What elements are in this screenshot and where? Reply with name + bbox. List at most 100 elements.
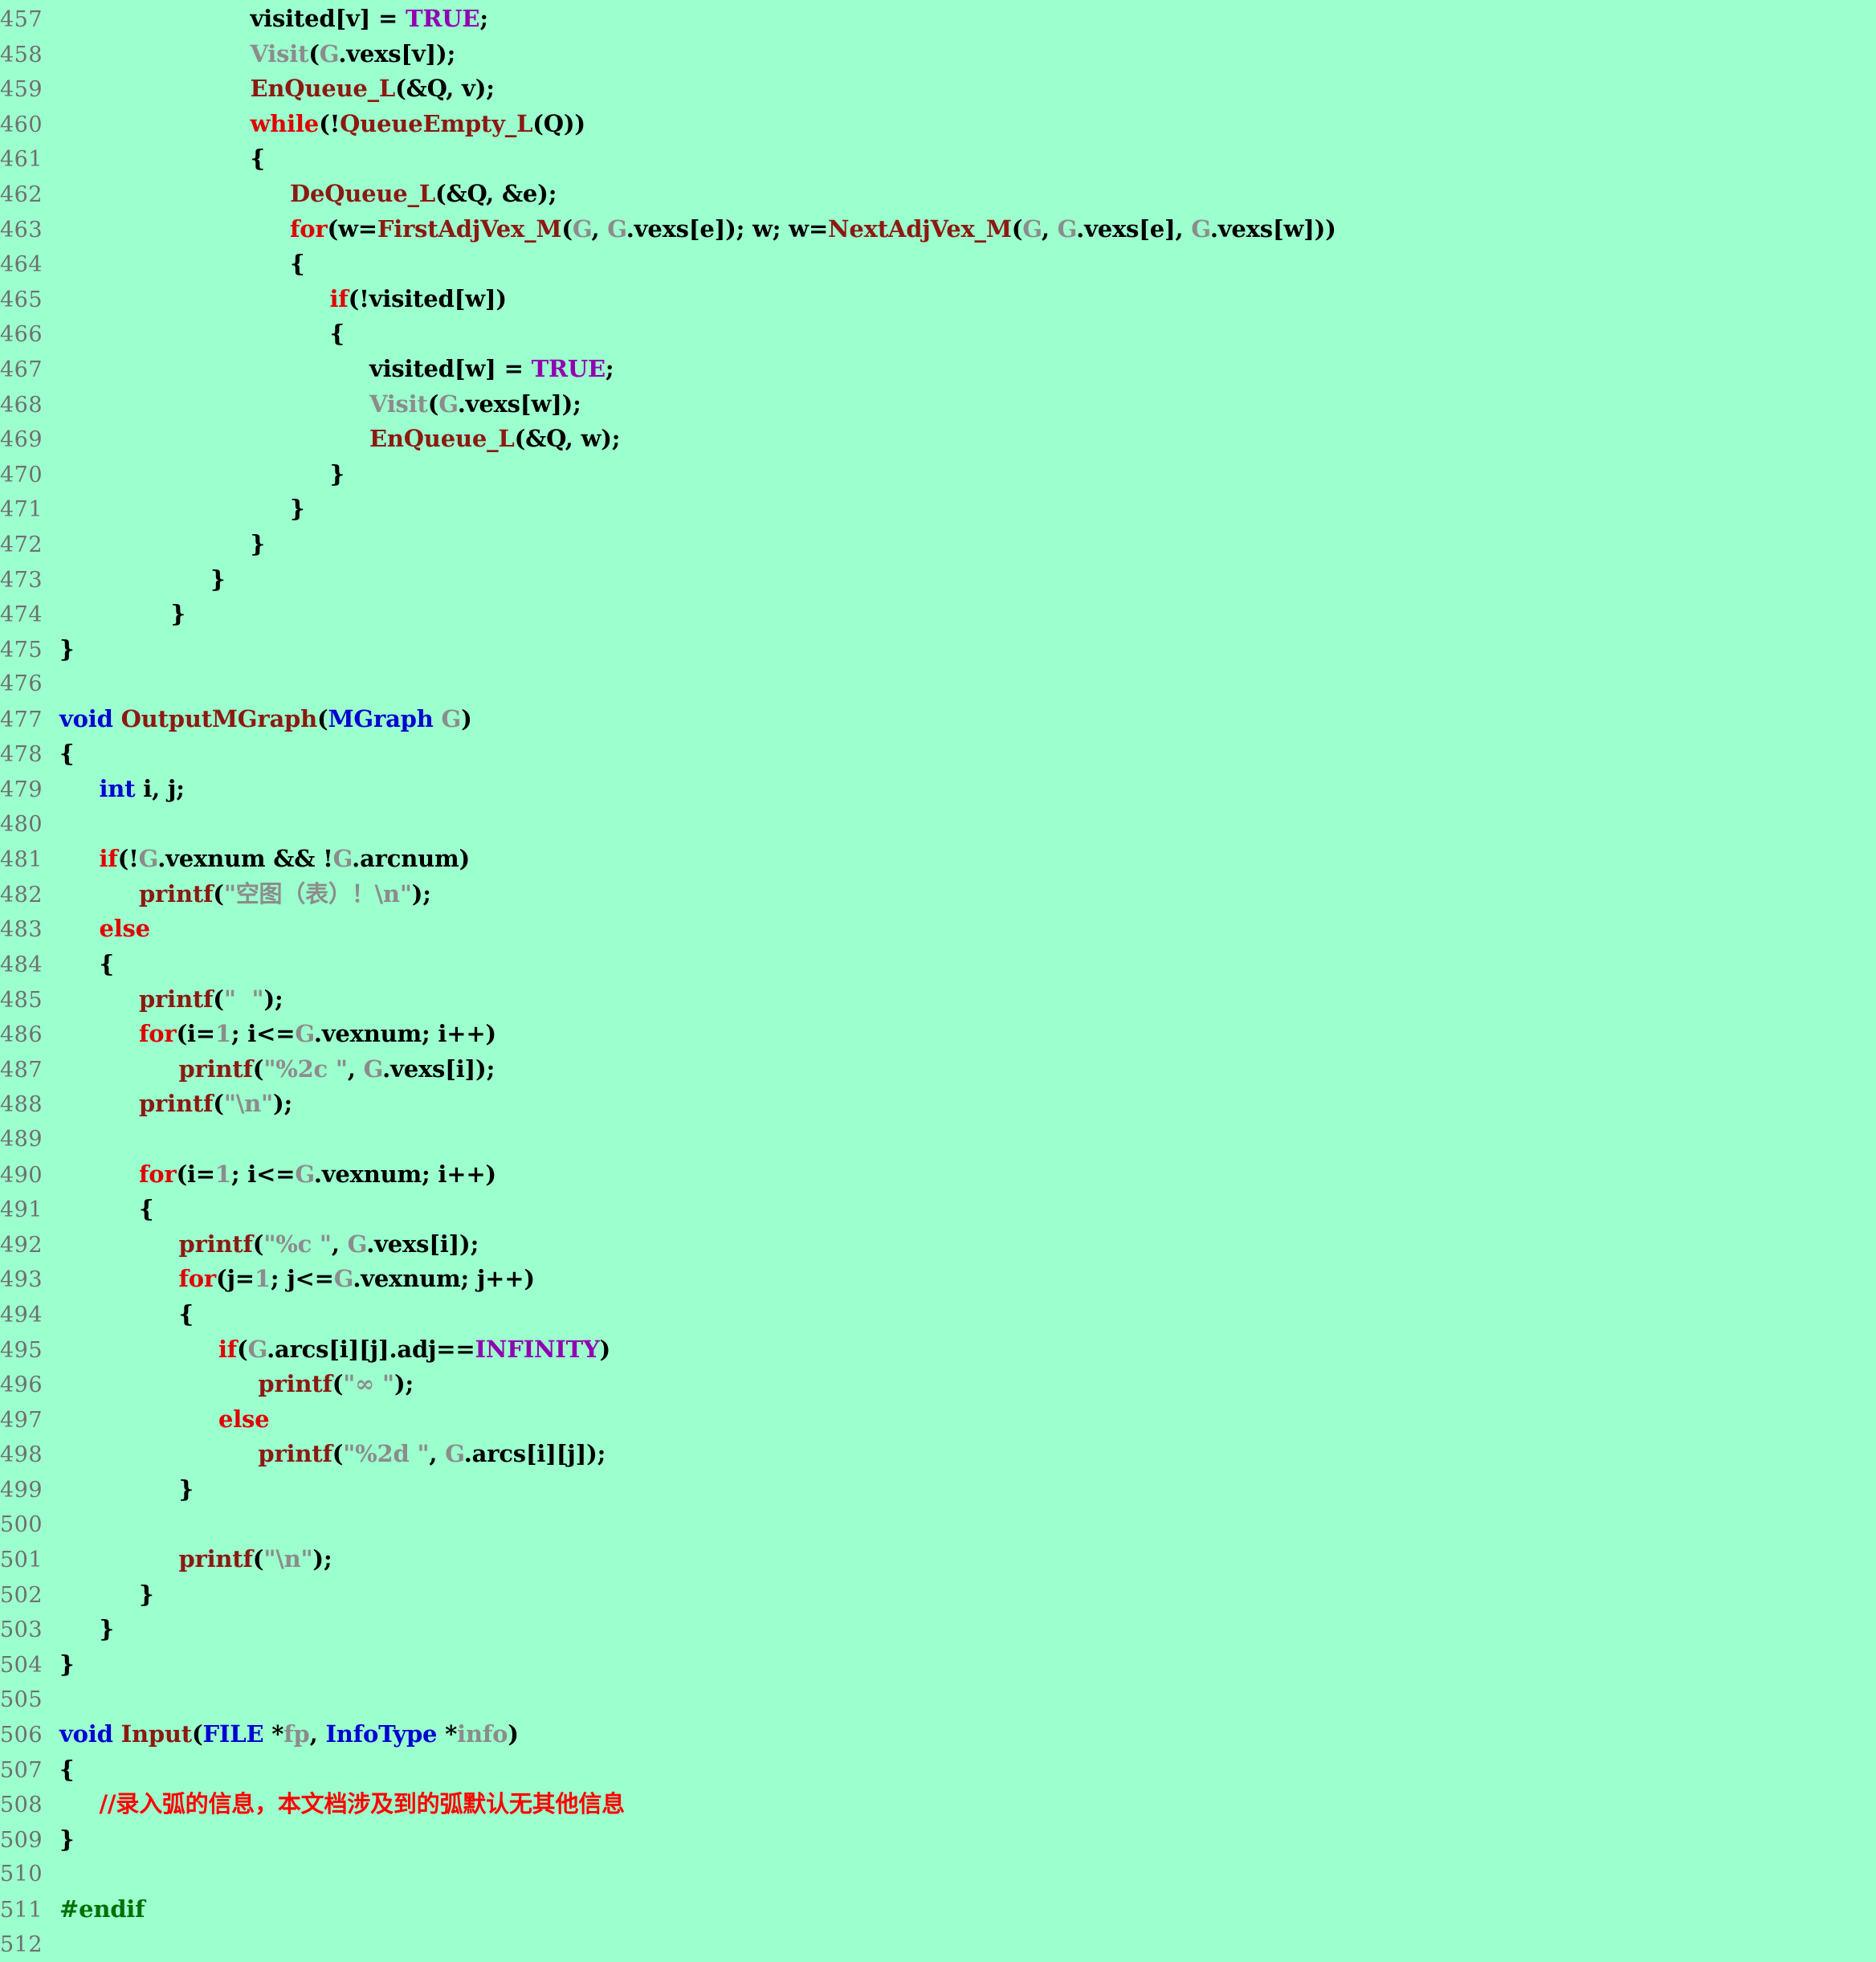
code-line[interactable]: 497 else xyxy=(0,1402,1876,1438)
code-line[interactable]: 469 EnQueue_L(&Q, w); xyxy=(0,422,1876,457)
code-line[interactable]: 510 xyxy=(0,1857,1876,1892)
code-text[interactable]: while(!QueueEmpty_L(Q)) xyxy=(59,107,586,142)
code-text[interactable]: void OutputMGraph(MGraph G) xyxy=(59,702,472,737)
code-text[interactable]: } xyxy=(59,1472,194,1507)
code-text[interactable]: void Input(FILE *fp, InfoType *info) xyxy=(59,1717,519,1752)
code-line[interactable]: 463 for(w=FirstAdjVex_M(G, G.vexs[e]); w… xyxy=(0,212,1876,247)
code-text[interactable]: } xyxy=(59,1577,154,1613)
code-text[interactable]: if(!visited[w]) xyxy=(59,282,507,317)
code-line[interactable]: 460 while(!QueueEmpty_L(Q)) xyxy=(0,107,1876,142)
code-line[interactable]: 494 { xyxy=(0,1297,1876,1332)
code-line[interactable]: 457 visited[v] = TRUE; xyxy=(0,2,1876,37)
code-text[interactable]: { xyxy=(59,316,345,352)
code-line[interactable]: 487 printf("%2c ", G.vexs[i]); xyxy=(0,1052,1876,1087)
code-line[interactable]: 462 DeQueue_L(&Q, &e); xyxy=(0,177,1876,212)
code-line[interactable]: 466 { xyxy=(0,316,1876,352)
code-listing[interactable]: 457 visited[v] = TRUE; 458 Visit(G.vexs[v… xyxy=(0,0,1876,1962)
code-line[interactable]: 488 printf("\n"); xyxy=(0,1087,1876,1122)
code-line[interactable]: 495 if(G.arcs[i][j].adj==INFINITY) xyxy=(0,1332,1876,1368)
code-line[interactable]: 467 visited[w] = TRUE; xyxy=(0,352,1876,387)
code-text[interactable]: { xyxy=(59,1297,194,1332)
code-text[interactable]: printf("%c ", G.vexs[i]); xyxy=(59,1227,479,1262)
code-text[interactable]: EnQueue_L(&Q, w); xyxy=(59,422,621,457)
code-text[interactable]: } xyxy=(59,597,186,632)
code-line[interactable]: 473 } xyxy=(0,562,1876,598)
code-text[interactable]: printf(" "); xyxy=(59,982,283,1018)
code-line[interactable]: 471 } xyxy=(0,492,1876,527)
code-line[interactable]: 496 printf("∞ "); xyxy=(0,1367,1876,1402)
code-line[interactable]: 512 xyxy=(0,1927,1876,1962)
code-line[interactable]: 481 if(!G.vexnum && !G.arcnum) xyxy=(0,842,1876,877)
code-line[interactable]: 505 xyxy=(0,1683,1876,1718)
code-text[interactable]: printf("∞ "); xyxy=(59,1367,414,1402)
code-line[interactable]: 498 printf("%2d ", G.arcs[i][j]); xyxy=(0,1437,1876,1472)
code-text[interactable]: } xyxy=(59,1822,75,1858)
code-text[interactable]: printf("%2c ", G.vexs[i]); xyxy=(59,1052,495,1087)
code-text[interactable]: DeQueue_L(&Q, &e); xyxy=(59,177,557,212)
code-line[interactable]: 499 } xyxy=(0,1472,1876,1507)
code-text[interactable]: { xyxy=(59,736,75,772)
code-line[interactable]: 508 //录入弧的信息，本文档涉及到的弧默认无其他信息 xyxy=(0,1787,1876,1822)
code-text[interactable]: } xyxy=(59,457,345,492)
code-text[interactable]: EnQueue_L(&Q, v); xyxy=(59,71,495,107)
code-text[interactable]: { xyxy=(59,1752,75,1788)
code-text[interactable]: { xyxy=(59,141,266,177)
code-line[interactable]: 458 Visit(G.vexs[v]); xyxy=(0,37,1876,72)
code-line[interactable]: 472 } xyxy=(0,527,1876,562)
code-line[interactable]: 482 printf("空图（表）！\n"); xyxy=(0,877,1876,912)
code-line[interactable]: 479 int i, j; xyxy=(0,772,1876,807)
code-text[interactable]: { xyxy=(59,947,114,982)
code-line[interactable]: 470 } xyxy=(0,457,1876,492)
code-line[interactable]: 493 for(j=1; j<=G.vexnum; j++) xyxy=(0,1262,1876,1297)
code-line[interactable]: 475} xyxy=(0,632,1876,667)
code-text[interactable]: for(i=1; i<=G.vexnum; i++) xyxy=(59,1157,496,1193)
code-line[interactable]: 465 if(!visited[w]) xyxy=(0,282,1876,317)
code-text[interactable]: } xyxy=(59,1612,114,1647)
code-text[interactable]: printf("\n"); xyxy=(59,1087,292,1122)
code-line[interactable]: 468 Visit(G.vexs[w]); xyxy=(0,387,1876,422)
code-text[interactable]: } xyxy=(59,562,226,598)
code-text[interactable]: if(!G.vexnum && !G.arcnum) xyxy=(59,842,470,877)
code-line[interactable]: 489 xyxy=(0,1122,1876,1157)
code-text[interactable]: printf("%2d ", G.arcs[i][j]); xyxy=(59,1437,606,1472)
code-line[interactable]: 501 printf("\n"); xyxy=(0,1542,1876,1577)
code-line[interactable]: 461 { xyxy=(0,141,1876,177)
code-text[interactable]: for(i=1; i<=G.vexnum; i++) xyxy=(59,1017,496,1052)
code-text[interactable]: { xyxy=(59,247,305,282)
code-line[interactable]: 506 void Input(FILE *fp, InfoType *info) xyxy=(0,1717,1876,1752)
code-line[interactable]: 474 } xyxy=(0,597,1876,632)
code-text[interactable]: } xyxy=(59,1647,75,1683)
code-text[interactable]: printf("空图（表）！\n"); xyxy=(59,877,431,912)
code-line[interactable]: 509} xyxy=(0,1822,1876,1858)
code-line[interactable]: 507 { xyxy=(0,1752,1876,1788)
code-text[interactable]: int i, j; xyxy=(59,772,184,807)
code-text[interactable]: visited[v] = TRUE; xyxy=(59,2,489,37)
code-line[interactable]: 502 } xyxy=(0,1577,1876,1613)
code-line[interactable]: 490 for(i=1; i<=G.vexnum; i++) xyxy=(0,1157,1876,1193)
code-text[interactable]: if(G.arcs[i][j].adj==INFINITY) xyxy=(59,1332,610,1368)
code-line[interactable]: 486 for(i=1; i<=G.vexnum; i++) xyxy=(0,1017,1876,1052)
code-text[interactable]: } xyxy=(59,492,305,527)
code-text[interactable]: for(w=FirstAdjVex_M(G, G.vexs[e]); w; w=… xyxy=(59,212,1336,247)
code-line[interactable]: 500 xyxy=(0,1507,1876,1543)
code-text[interactable]: #endif xyxy=(59,1892,145,1927)
code-text[interactable]: for(j=1; j<=G.vexnum; j++) xyxy=(59,1262,535,1297)
code-line[interactable]: 476 xyxy=(0,667,1876,702)
code-line[interactable]: 480 xyxy=(0,807,1876,842)
code-line[interactable]: 492 printf("%c ", G.vexs[i]); xyxy=(0,1227,1876,1262)
code-line[interactable]: 484 { xyxy=(0,947,1876,982)
code-line[interactable]: 478 { xyxy=(0,736,1876,772)
code-text[interactable]: } xyxy=(59,632,75,667)
code-line[interactable]: 491 { xyxy=(0,1192,1876,1227)
code-line[interactable]: 483 else xyxy=(0,912,1876,947)
code-text[interactable]: else xyxy=(59,1402,270,1438)
code-text[interactable]: } xyxy=(59,527,266,562)
code-text[interactable]: visited[w] = TRUE; xyxy=(59,352,614,387)
code-line[interactable]: 485 printf(" "); xyxy=(0,982,1876,1018)
code-text[interactable]: { xyxy=(59,1192,154,1227)
code-text[interactable]: Visit(G.vexs[w]); xyxy=(59,387,581,422)
code-line[interactable]: 511 #endif xyxy=(0,1892,1876,1927)
code-line[interactable]: 464 { xyxy=(0,247,1876,282)
code-text[interactable]: printf("\n"); xyxy=(59,1542,332,1577)
code-line[interactable]: 459 EnQueue_L(&Q, v); xyxy=(0,71,1876,107)
